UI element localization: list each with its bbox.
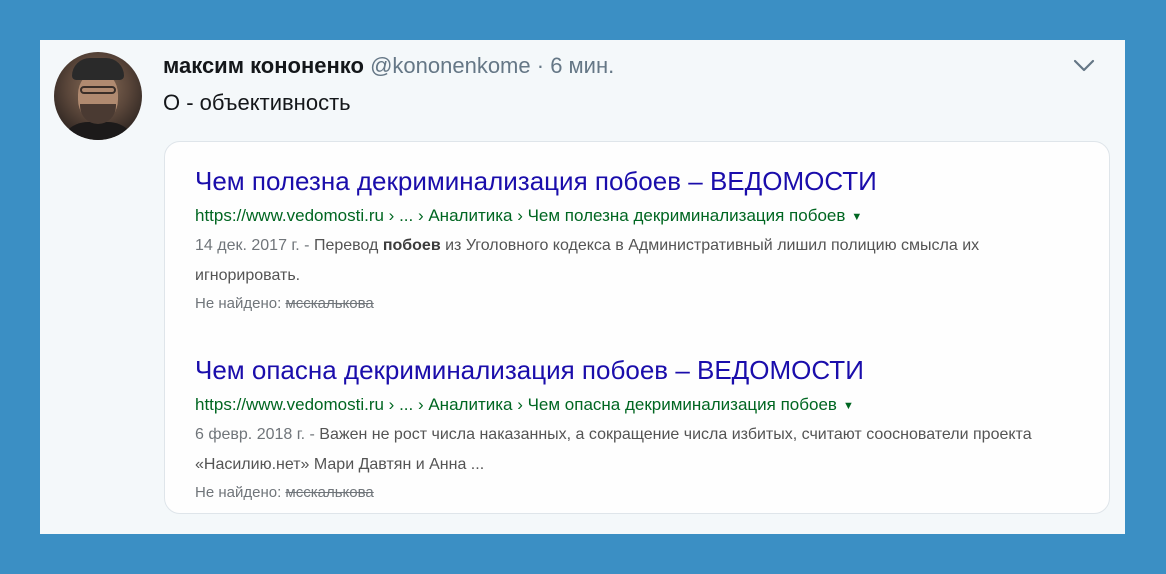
missing-terms: Не найдено: мсскалькова (195, 291, 1085, 317)
result-url[interactable]: https://www.vedomosti.ru › ... › Аналити… (195, 391, 1085, 420)
display-name[interactable]: максим кононенко (163, 53, 364, 78)
snippet-text-pre: Важен не рост числа наказанных, а сокращ… (195, 425, 1032, 473)
missing-term: мсскалькова (285, 294, 374, 312)
search-result: Чем полезна декриминализация побоев – ВЕ… (195, 164, 1085, 317)
tweet-media-screenshot[interactable]: Чем полезна декриминализация побоев – ВЕ… (164, 141, 1110, 514)
result-date: 6 февр. 2018 г. - (195, 425, 315, 443)
avatar[interactable] (54, 52, 142, 140)
snippet-keyword: побоев (382, 236, 441, 254)
result-title-link[interactable]: Чем опасна декриминализация побоев – ВЕД… (195, 353, 1085, 387)
avatar-beard (80, 104, 116, 124)
search-result: Чем опасна декриминализация побоев – ВЕД… (195, 353, 1085, 506)
tweet-timestamp[interactable]: 6 мин. (550, 53, 614, 78)
result-url[interactable]: https://www.vedomosti.ru › ... › Аналити… (195, 202, 1085, 231)
missing-terms: Не найдено: мсскалькова (195, 480, 1085, 506)
missing-label: Не найдено: (195, 294, 282, 312)
header-separator: · (536, 53, 545, 78)
tweet-card[interactable]: максим кононенко @kononenkome · 6 мин. О… (40, 40, 1125, 534)
avatar-cap (72, 58, 124, 80)
snippet-text-pre: Перевод (313, 236, 379, 254)
result-url-text[interactable]: https://www.vedomosti.ru › ... › Аналити… (195, 395, 837, 414)
avatar-shirt (58, 122, 138, 140)
snippet-text-post: из Уголовного кодекса в Административный… (195, 236, 980, 284)
triangle-down-icon[interactable]: ▼ (851, 211, 862, 223)
result-title-link[interactable]: Чем полезна декриминализация побоев – ВЕ… (195, 164, 1085, 198)
avatar-glasses (80, 86, 116, 94)
result-date: 14 дек. 2017 г. - (195, 236, 310, 254)
user-handle[interactable]: @kononenkome (370, 53, 531, 78)
chevron-down-icon[interactable] (1073, 58, 1095, 74)
missing-label: Не найдено: (195, 483, 282, 501)
triangle-down-icon[interactable]: ▼ (843, 400, 854, 412)
missing-term: мсскалькова (285, 483, 374, 501)
result-url-text[interactable]: https://www.vedomosti.ru › ... › Аналити… (195, 206, 845, 225)
tweet-text: О - объективность (163, 90, 351, 115)
tweet-header: максим кононенко @kononenkome · 6 мин. (163, 53, 614, 79)
result-snippet: 6 февр. 2018 г. - Важен не рост числа на… (195, 420, 1085, 480)
result-snippet: 14 дек. 2017 г. - Перевод побоев из Угол… (195, 231, 1085, 291)
